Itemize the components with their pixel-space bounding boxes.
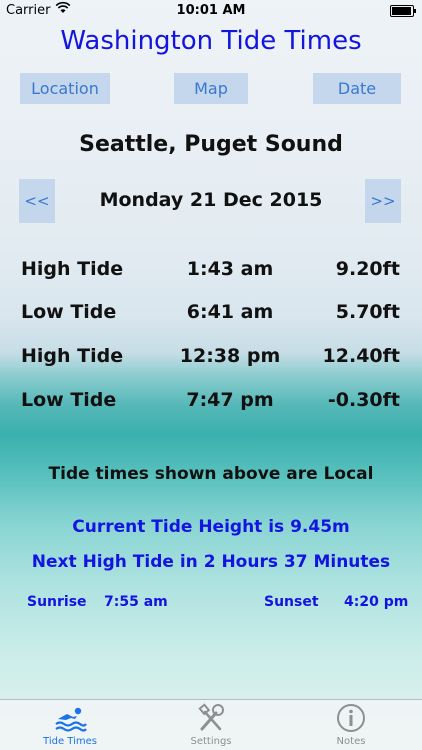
tide-height: 12.40ft (322, 345, 400, 367)
status-bar: Carrier 10:01 AM (0, 0, 422, 22)
tide-row: High Tide 12:38 pm 12.40ft (0, 345, 422, 375)
tide-type: Low Tide (21, 301, 117, 323)
tide-time: 12:38 pm (179, 345, 281, 367)
tide-height: 5.70ft (335, 301, 400, 323)
status-time: 10:01 AM (176, 3, 246, 18)
tide-time: 6:41 am (186, 301, 274, 323)
info-icon (337, 704, 365, 732)
tab-label: Notes (336, 736, 366, 747)
tide-height: -0.30ft (327, 389, 400, 411)
sunset-time: 4:20 pm (344, 594, 409, 610)
tide-height: 9.20ft (335, 258, 400, 280)
swimmer-icon (55, 707, 87, 732)
tab-notes[interactable]: Notes (281, 700, 421, 750)
tide-row: Low Tide 6:41 am 5.70ft (0, 301, 422, 331)
tide-type: Low Tide (21, 389, 117, 411)
tide-type: High Tide (21, 258, 124, 280)
sunrise-label: Sunrise (27, 594, 87, 610)
sunrise-time: 7:55 am (104, 594, 168, 610)
tide-row: Low Tide 7:47 pm -0.30ft (0, 389, 422, 419)
date-button[interactable]: Date (313, 73, 401, 104)
app-title: Washington Tide Times (60, 26, 362, 56)
tab-settings[interactable]: Settings (141, 700, 281, 750)
next-day-button[interactable]: >> (365, 179, 401, 223)
battery-icon (390, 5, 416, 17)
tide-time: 7:47 pm (186, 389, 274, 411)
local-time-note: Tide times shown above are Local (48, 464, 374, 484)
tab-label: Settings (190, 736, 232, 747)
tools-icon (198, 703, 224, 731)
tab-tide-times[interactable]: Tide Times (0, 700, 140, 750)
battery-fill (392, 7, 411, 15)
tab-label: Tide Times (43, 736, 97, 747)
tide-type: High Tide (21, 345, 124, 367)
tab-bar: Tide Times Settings Notes (0, 699, 422, 750)
current-date: Monday 21 Dec 2015 (99, 189, 323, 211)
sunset-label: Sunset (264, 594, 319, 610)
location-button[interactable]: Location (20, 73, 110, 104)
current-tide-height: Current Tide Height is 9.45m (72, 517, 350, 537)
tide-row: High Tide 1:43 am 9.20ft (0, 258, 422, 288)
location-title: Seattle, Puget Sound (79, 132, 343, 157)
next-tide-countdown: Next High Tide in 2 Hours 37 Minutes (31, 552, 391, 572)
tide-time: 1:43 am (186, 258, 274, 280)
map-button[interactable]: Map (174, 73, 248, 104)
